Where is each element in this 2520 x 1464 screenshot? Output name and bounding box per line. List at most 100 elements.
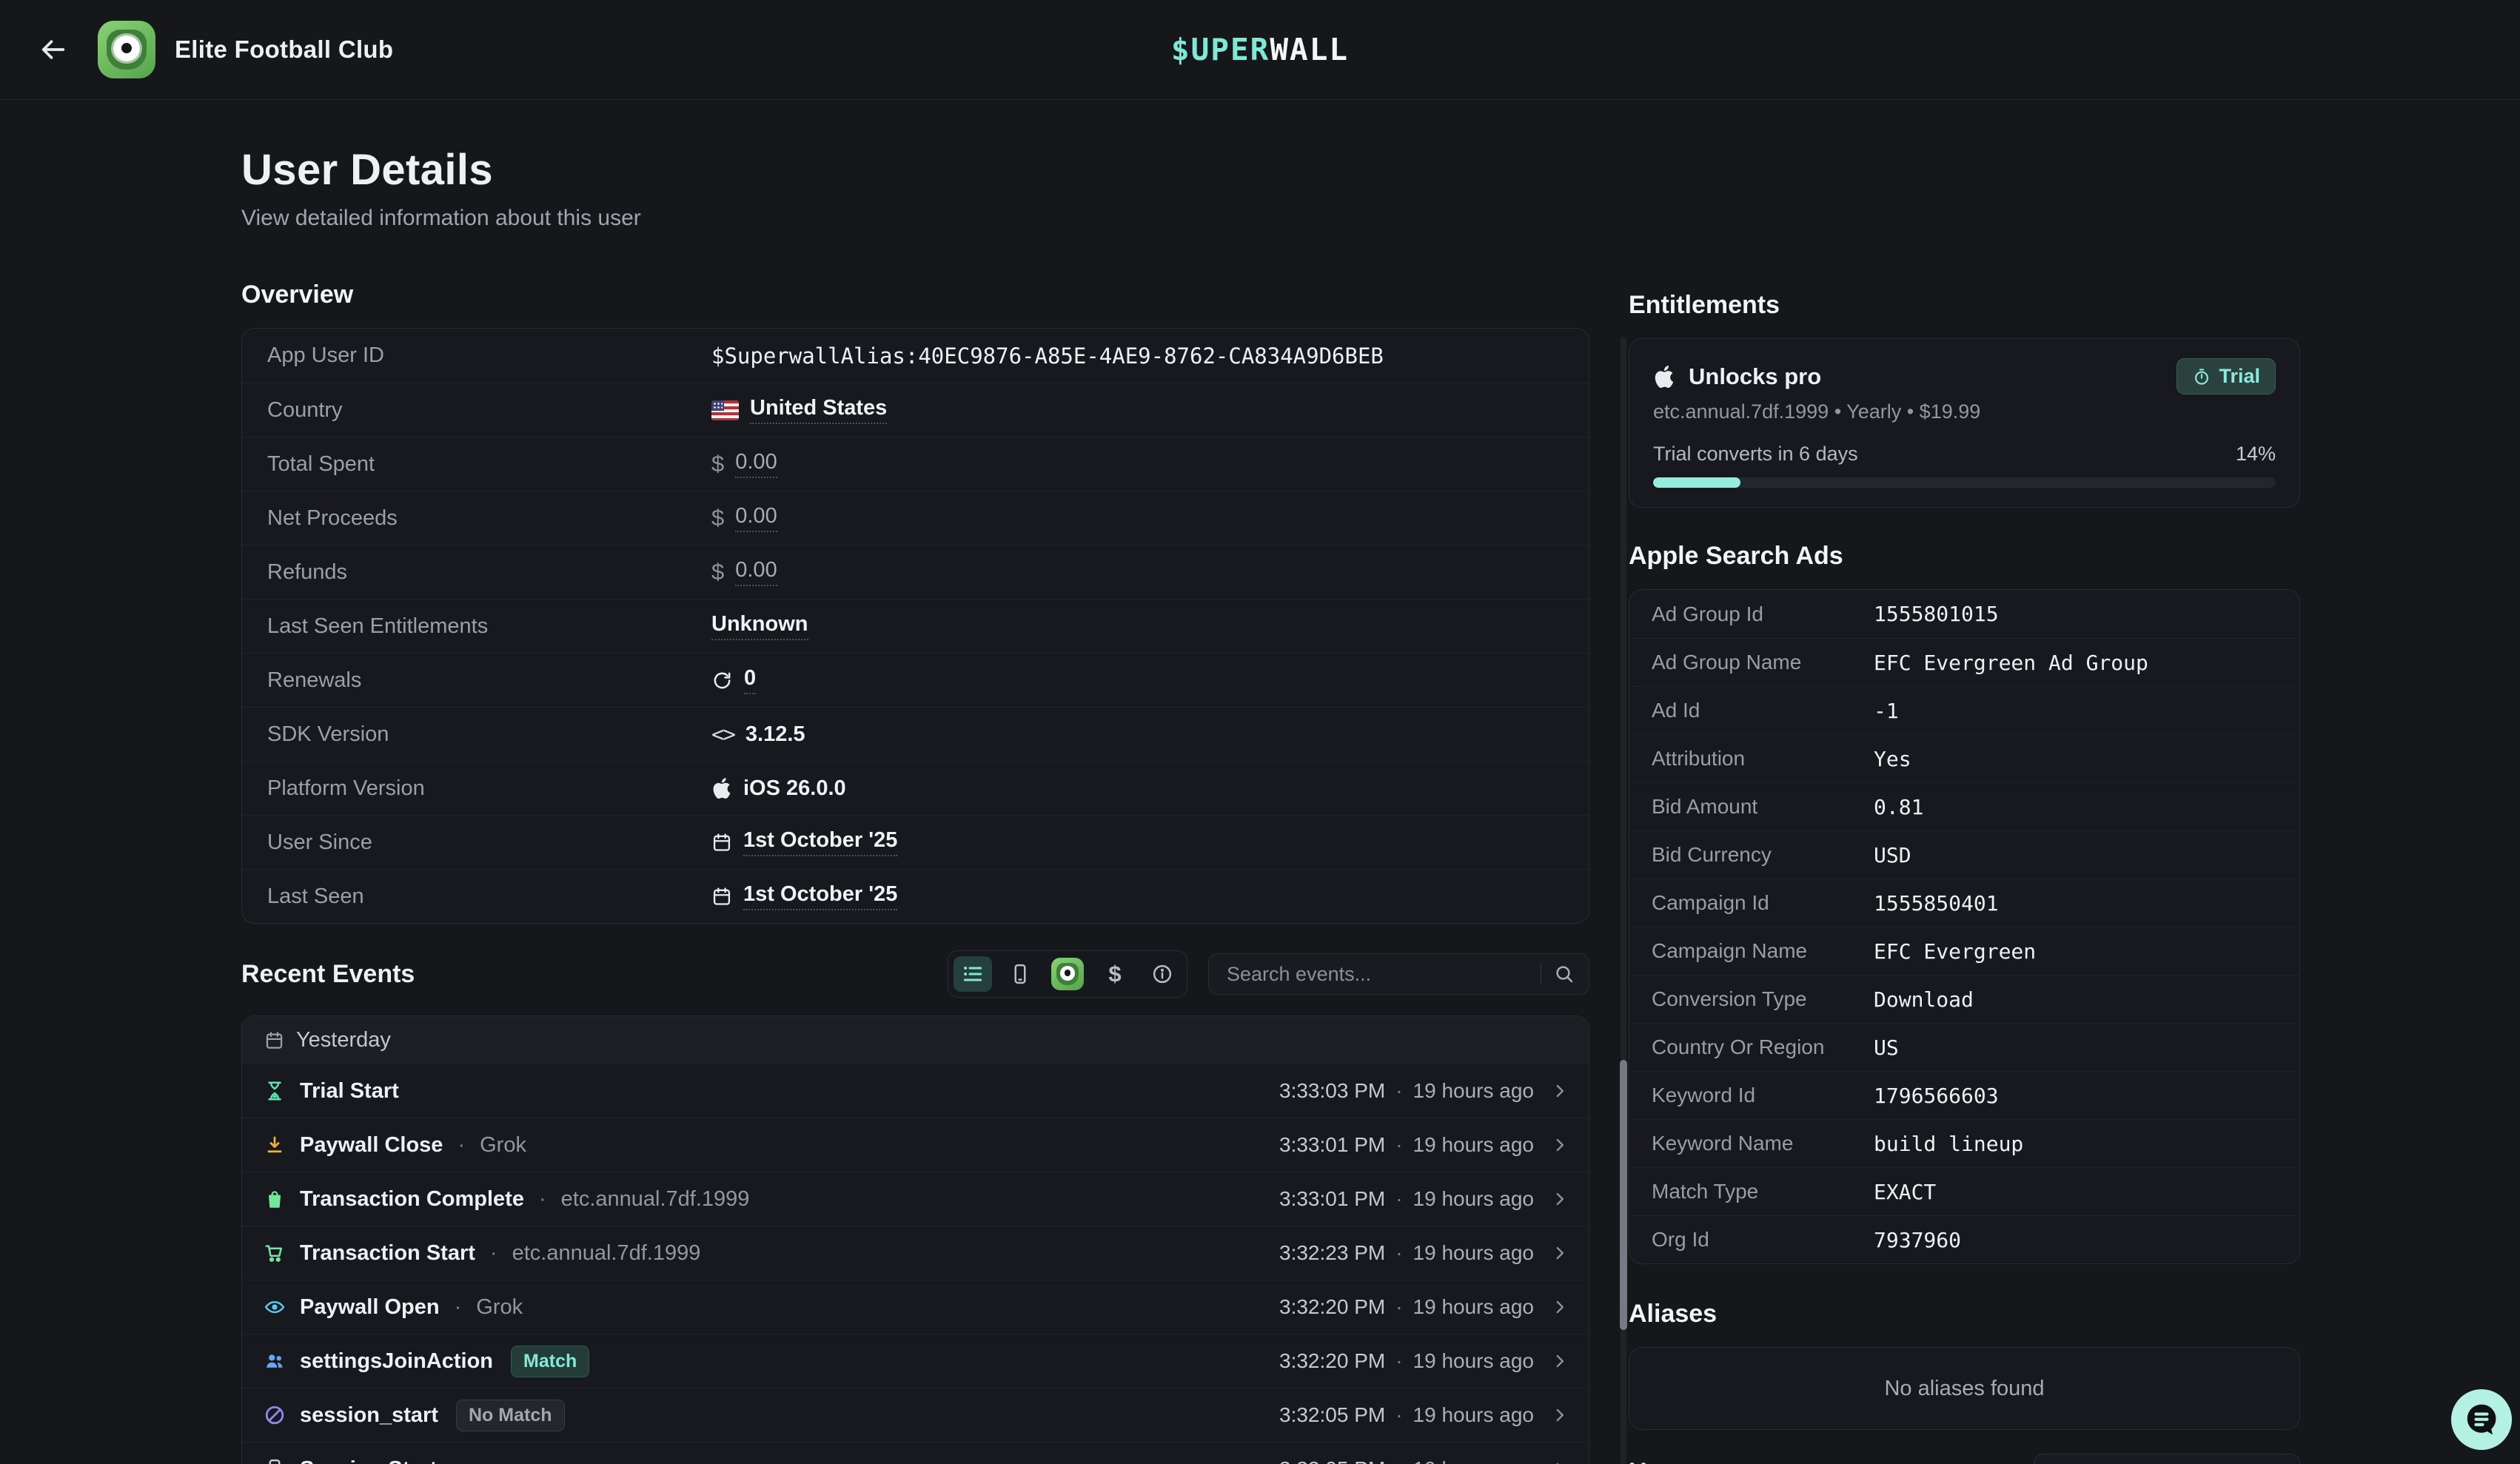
asa-heading: Apple Search Ads: [1629, 540, 2300, 571]
filter-revenue-events-button[interactable]: $: [1096, 956, 1134, 992]
filter-app-events-button[interactable]: [1048, 956, 1087, 992]
table-row-total-spent: Total Spent $0.00: [242, 437, 1589, 491]
event-filter-group: $: [948, 950, 1187, 998]
club-logo: [98, 21, 155, 78]
filter-all-events-button[interactable]: [954, 956, 992, 992]
top-bar: Elite Football Club $UPERWALL: [0, 0, 2520, 100]
info-icon: [1151, 963, 1173, 985]
calendar-icon: [711, 832, 732, 853]
trial-progress-fill: [1653, 477, 1740, 488]
smartphone-icon: [1009, 963, 1031, 985]
smartphone-icon: [264, 1458, 286, 1464]
event-row-paywall-open[interactable]: Paywall Open · Grok 3:32:20 PM·19 hours …: [242, 1280, 1589, 1334]
filter-info-events-button[interactable]: [1143, 956, 1182, 992]
us-flag-icon: [711, 400, 739, 420]
sdk-version-value: 3.12.5: [745, 722, 805, 747]
event-row-session-start[interactable]: Session Start 3:32:05 PM·19 hours ago: [242, 1442, 1589, 1464]
table-row: Ad Group Id1555801015: [1629, 590, 2299, 638]
event-name: Transaction Complete: [300, 1187, 524, 1212]
chevron-right-icon: [1550, 1460, 1569, 1464]
event-name: Paywall Close: [300, 1133, 443, 1158]
chevron-right-icon: [1550, 1406, 1569, 1425]
total-spent-value[interactable]: 0.00: [735, 450, 777, 478]
event-row-transaction-start[interactable]: Transaction Start · etc.annual.7df.1999 …: [242, 1226, 1589, 1280]
search-icon: [1553, 963, 1575, 985]
event-ago: 19 hours ago: [1413, 1079, 1534, 1103]
event-row-settings-join-action[interactable]: settingsJoinAction Match 3:32:20 PM·19 h…: [242, 1334, 1589, 1388]
entitlements-heading: Entitlements: [1629, 289, 2300, 320]
group-label: Yesterday: [296, 1028, 391, 1052]
table-row-user-since: User Since 1st October '25: [242, 815, 1589, 869]
chevron-right-icon: [1550, 1297, 1569, 1317]
refresh-icon: [711, 670, 733, 691]
row-label: Total Spent: [267, 452, 711, 477]
left-pane-scrollbar-thumb[interactable]: [1620, 1060, 1627, 1330]
country-value[interactable]: United States: [750, 396, 887, 424]
asa-table: Ad Group Id1555801015 Ad Group NameEFC E…: [1629, 589, 2300, 1264]
table-row: Ad Id-1: [1629, 686, 2299, 734]
user-attributes-search-input[interactable]: [2052, 1461, 2314, 1464]
table-row-last-seen: Last Seen 1st October '25: [242, 869, 1589, 923]
events-search: [1208, 953, 1589, 995]
trial-percent: 14%: [2236, 443, 2276, 466]
renewals-value[interactable]: 0: [744, 666, 756, 694]
table-row: Org Id7937960: [1629, 1215, 2299, 1263]
brand-accent: $UPER: [1171, 32, 1270, 67]
event-row-trial-start[interactable]: Trial Start 3:33:03 PM·19 hours ago: [242, 1064, 1589, 1118]
table-row: Country Or RegionUS: [1629, 1023, 2299, 1071]
table-row: AttributionYes: [1629, 734, 2299, 782]
list-icon: [961, 962, 985, 986]
table-row-last-seen-entitlements: Last Seen Entitlements Unknown: [242, 599, 1589, 653]
main-content: User Details View detailed information a…: [0, 100, 2520, 1464]
events-list: Yesterday Trial Start 3:33:03 PM·19 hour…: [241, 1015, 1589, 1464]
event-name: Transaction Start: [300, 1241, 475, 1266]
code-icon: <>: [711, 722, 734, 747]
table-row: Keyword Id1796566603: [1629, 1071, 2299, 1119]
trial-progress-bar: [1653, 477, 2276, 488]
table-row-renewals: Renewals 0: [242, 653, 1589, 707]
event-subtitle: etc.annual.7df.1999: [512, 1241, 701, 1266]
chevron-right-icon: [1550, 1243, 1569, 1263]
event-name: Trial Start: [300, 1079, 399, 1104]
dollar-icon: $: [711, 505, 724, 531]
events-search-input[interactable]: [1227, 963, 1529, 986]
calendar-icon: [264, 1030, 284, 1050]
event-name: Paywall Open: [300, 1295, 440, 1320]
table-row-net-proceeds: Net Proceeds $0.00: [242, 491, 1589, 545]
no-match-badge: No Match: [456, 1400, 565, 1431]
last-seen-value[interactable]: 1st October '25: [743, 882, 897, 910]
trial-converts-text: Trial converts in 6 days: [1653, 443, 1858, 466]
back-arrow-icon: [38, 35, 68, 64]
net-proceeds-value[interactable]: 0.00: [735, 504, 777, 532]
chevron-right-icon: [1550, 1081, 1569, 1101]
back-button[interactable]: [33, 29, 74, 70]
last-seen-entitlements-value[interactable]: Unknown: [711, 612, 808, 640]
chat-widget-button[interactable]: [2451, 1389, 2512, 1450]
superwall-logo: $UPERWALL: [1171, 32, 1349, 67]
user-since-value[interactable]: 1st October '25: [743, 828, 897, 856]
event-row-transaction-complete[interactable]: Transaction Complete · etc.annual.7df.19…: [242, 1172, 1589, 1226]
event-subtitle: Grok: [480, 1133, 526, 1158]
users-icon: [264, 1350, 286, 1372]
row-label: Last Seen: [267, 884, 711, 909]
event-row-paywall-close[interactable]: Paywall Close · Grok 3:33:01 PM·19 hours…: [242, 1118, 1589, 1172]
entitlement-card: Unlocks pro Trial etc.annual.7df.1999 • …: [1629, 338, 2300, 508]
dollar-icon: $: [1108, 961, 1121, 987]
arrow-down-to-line-icon: [264, 1134, 286, 1156]
eye-icon: [264, 1296, 286, 1318]
event-row-session-start-snake[interactable]: session_start No Match 3:32:05 PM·19 hou…: [242, 1388, 1589, 1442]
overview-table: App User ID $SuperwallAlias:40EC9876-A85…: [241, 328, 1589, 924]
slash-circle-icon: [264, 1404, 286, 1426]
refunds-value[interactable]: 0.00: [735, 558, 777, 586]
table-row: Ad Group NameEFC Evergreen Ad Group: [1629, 638, 2299, 686]
page-subtitle: View detailed information about this use…: [241, 205, 1589, 232]
user-attributes-search: [2034, 1454, 2300, 1464]
aliases-card: No aliases found: [1629, 1347, 2300, 1430]
user-heading: User: [1629, 1457, 1685, 1464]
row-label: SDK Version: [267, 722, 711, 747]
event-subtitle: Grok: [476, 1295, 523, 1320]
filter-device-events-button[interactable]: [1001, 956, 1039, 992]
row-label: App User ID: [267, 343, 711, 368]
calendar-icon: [711, 886, 732, 907]
chat-bubble-icon: [2462, 1400, 2501, 1439]
